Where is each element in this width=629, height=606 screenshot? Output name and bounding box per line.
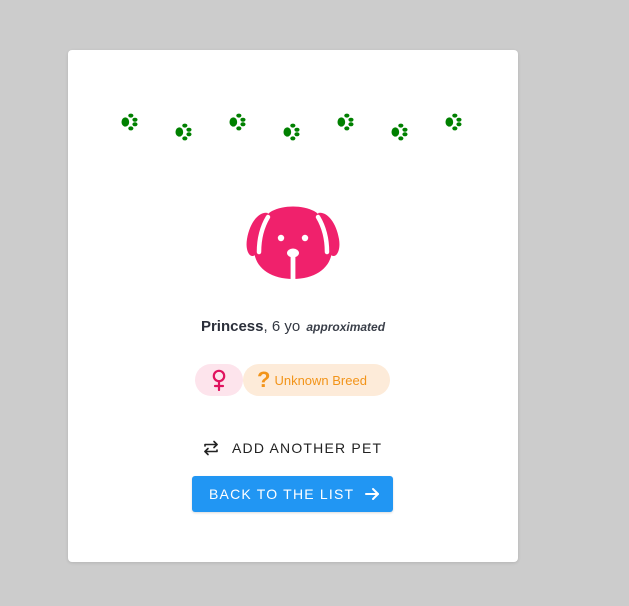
- gender-chip: [195, 364, 243, 396]
- breed-label: Unknown Breed: [274, 372, 367, 388]
- paw-print-icon: [118, 111, 140, 133]
- paw-print-icon: [280, 121, 302, 143]
- arrow-right-icon: [365, 488, 380, 500]
- back-to-list-label: BACK TO THE LIST: [209, 486, 355, 502]
- pet-age: , 6 yo: [263, 318, 301, 335]
- add-another-pet-button[interactable]: ADD ANOTHER PET: [192, 433, 392, 463]
- paw-print-icon: [172, 121, 194, 143]
- pet-info: Princess, 6 yo approximated: [68, 318, 518, 335]
- back-to-list-button[interactable]: BACK TO THE LIST: [192, 476, 393, 512]
- question-mark-icon: ?: [257, 367, 271, 392]
- paw-print-icon: [442, 111, 464, 133]
- breed-chip: ? Unknown Breed: [243, 364, 390, 396]
- dog-face-icon: [246, 205, 340, 281]
- paw-print-icon: [226, 111, 248, 133]
- pet-name: Princess: [200, 318, 264, 335]
- repeat-arrows-icon: [204, 440, 218, 456]
- age-note: approximated: [306, 320, 386, 334]
- pet-card: Princess, 6 yo approximated ? Unknown Br…: [68, 50, 518, 562]
- female-icon: [211, 369, 227, 392]
- paw-print-icon: [388, 121, 410, 143]
- add-another-pet-label: ADD ANOTHER PET: [232, 440, 383, 456]
- paw-print-icon: [334, 111, 356, 133]
